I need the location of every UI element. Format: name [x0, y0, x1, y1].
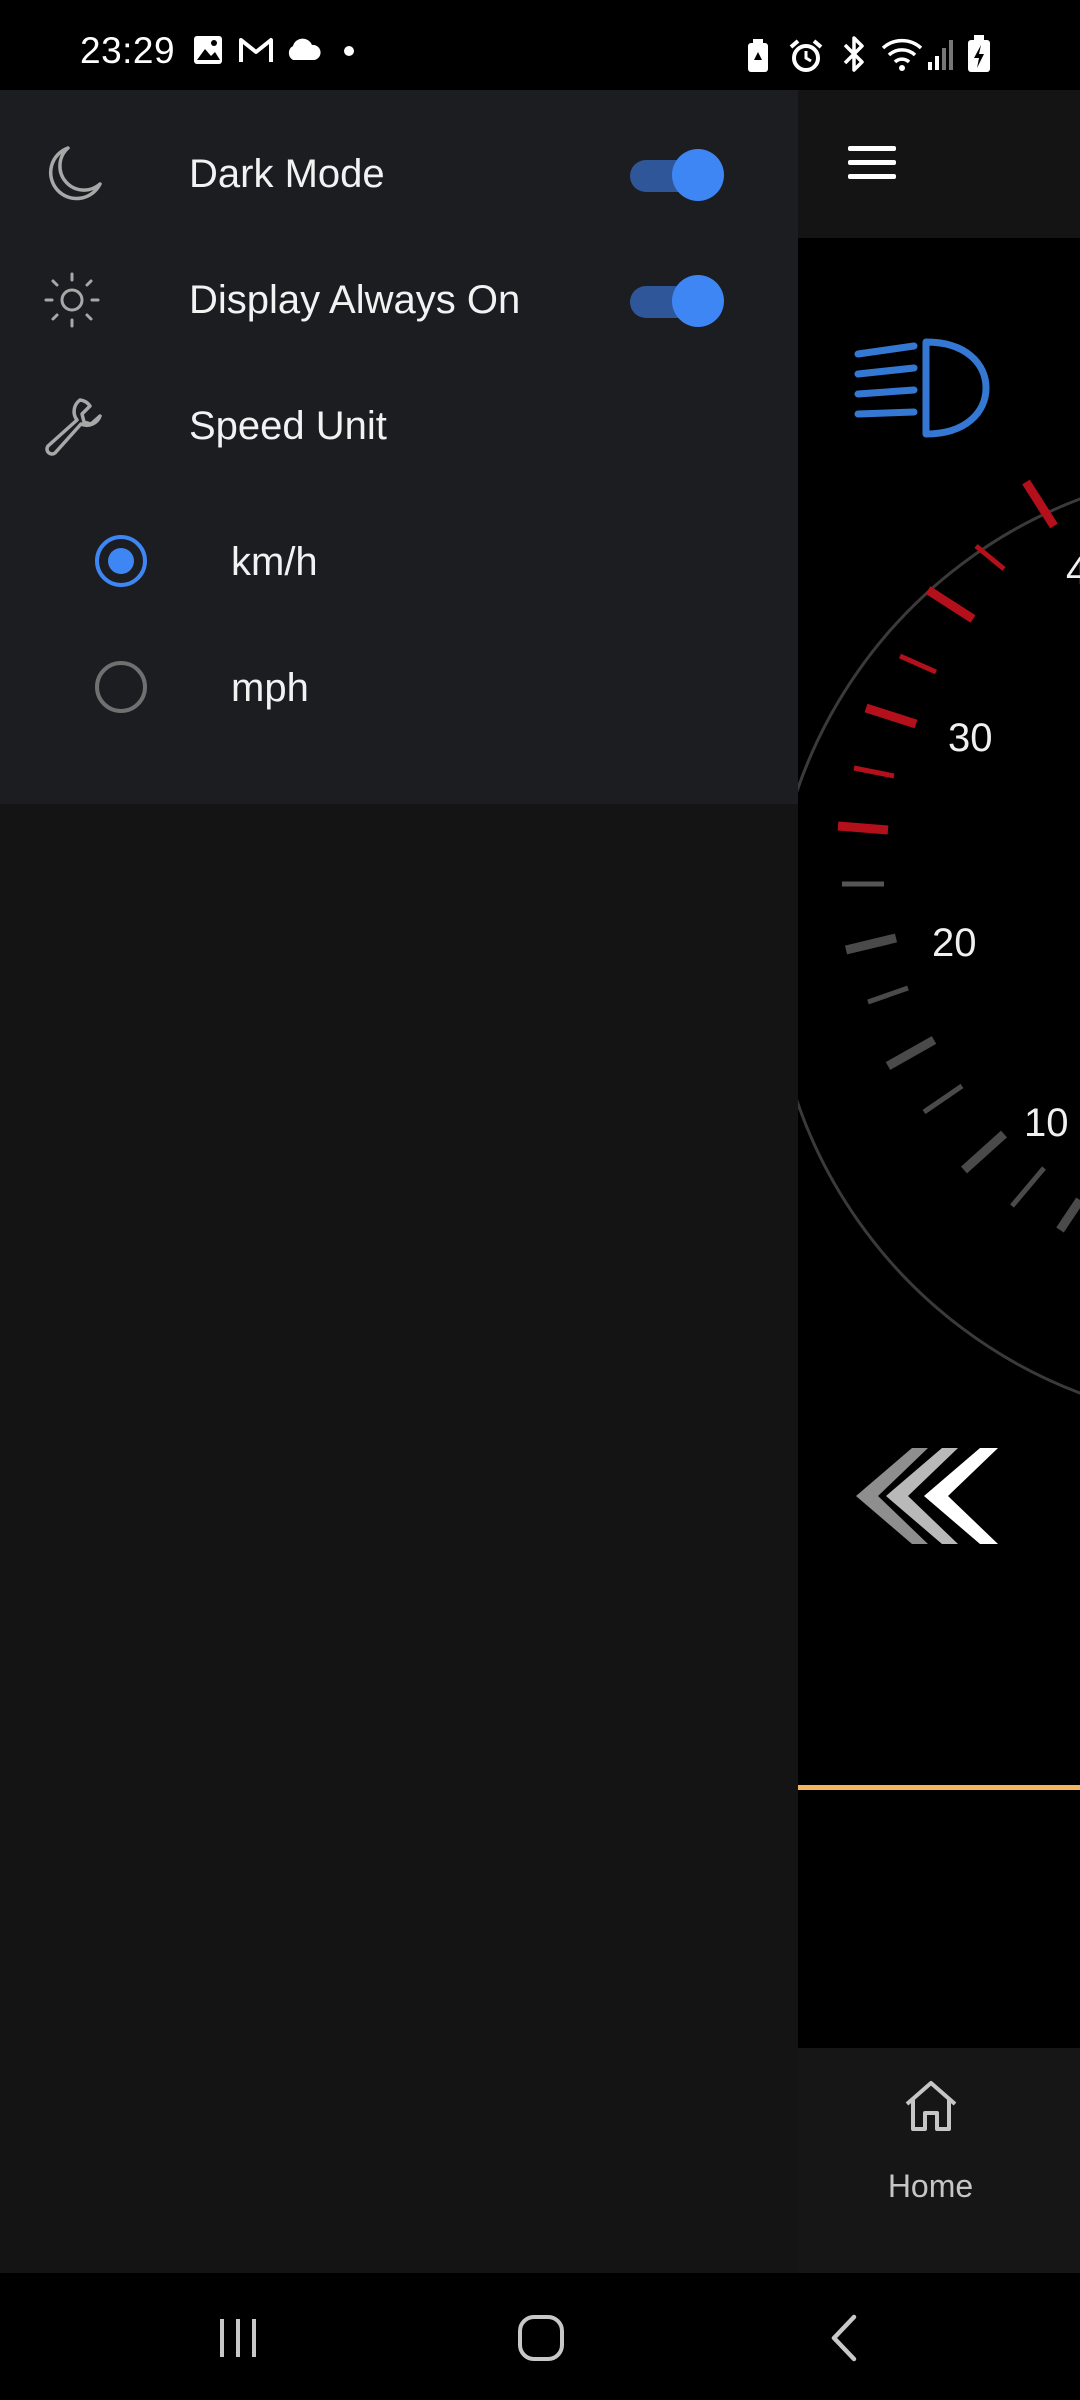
- progress-line: [798, 1785, 1080, 1790]
- settings-drawer: Dark Mode Display Always On Speed Unit k…: [0, 90, 798, 2273]
- mph-radio[interactable]: [95, 661, 147, 713]
- speed-tick-20: 20: [932, 921, 977, 965]
- nav-home-button[interactable]: Home: [798, 2048, 1080, 2273]
- speed-tick-40-partial: 4: [1066, 549, 1080, 593]
- speed-unit-row: Speed Unit: [0, 372, 798, 482]
- signal-icon: [928, 40, 953, 70]
- speed-tick-10: 10: [1024, 1101, 1069, 1145]
- status-bar: 23:29: [0, 0, 1080, 90]
- status-system-icons: [746, 30, 1006, 72]
- alarm-icon: [789, 39, 823, 72]
- sun-icon: [44, 272, 100, 328]
- gmail-icon: [239, 38, 273, 62]
- status-time: 23:29: [80, 30, 176, 71]
- dark-mode-label: Dark Mode: [189, 152, 385, 196]
- battery-charging-icon: [968, 35, 990, 72]
- display-always-on-toggle[interactable]: [628, 274, 724, 328]
- dark-mode-toggle[interactable]: [628, 148, 724, 202]
- wrench-icon: [45, 398, 102, 456]
- speed-unit-mph-option[interactable]: mph: [0, 646, 798, 756]
- settings-panel: Dark Mode Display Always On Speed Unit k…: [0, 90, 798, 804]
- app-top-bar: [798, 90, 1080, 238]
- system-navigation-bar: [0, 2273, 1080, 2400]
- speed-unit-label: Speed Unit: [189, 404, 387, 448]
- hamburger-menu-icon[interactable]: [848, 146, 896, 182]
- kmh-radio[interactable]: [95, 535, 147, 587]
- kmh-label: km/h: [231, 540, 318, 584]
- speedometer-screen: 30 20 10 4 Home: [798, 90, 1080, 2273]
- home-button-icon[interactable]: [516, 2313, 566, 2363]
- nav-home-label: Home: [887, 2168, 974, 2204]
- speed-unit-kmh-option[interactable]: km/h: [0, 520, 798, 630]
- headlight-icon: [854, 338, 990, 438]
- left-chevrons-icon[interactable]: [856, 1448, 998, 1544]
- gallery-icon: [194, 36, 222, 64]
- home-icon: [905, 2081, 957, 2131]
- wifi-icon: [881, 38, 923, 71]
- speed-gauge: 30 20 10 4: [798, 338, 1080, 1544]
- cloud-icon: [288, 38, 321, 60]
- dark-mode-row[interactable]: Dark Mode: [0, 120, 798, 230]
- recent-apps-icon[interactable]: [214, 2315, 262, 2361]
- bottom-nav: Home: [798, 2048, 1080, 2273]
- display-always-on-label: Display Always On: [189, 278, 521, 322]
- back-icon[interactable]: [826, 2313, 862, 2363]
- dot-icon: [344, 46, 354, 56]
- display-always-on-row[interactable]: Display Always On: [0, 246, 798, 356]
- bluetooth-icon: [843, 36, 864, 72]
- moon-icon: [48, 146, 102, 201]
- speed-tick-30: 30: [948, 716, 993, 760]
- mph-label: mph: [231, 666, 309, 710]
- battery-saver-icon: [748, 39, 768, 72]
